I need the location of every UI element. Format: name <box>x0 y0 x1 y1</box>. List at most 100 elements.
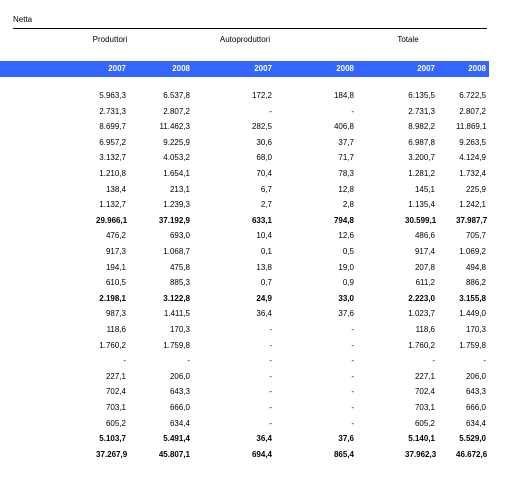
table-cell: 8.982,2 <box>408 122 435 132</box>
year-header: 2008 <box>336 64 354 73</box>
table-cell: 1.281,2 <box>408 169 435 178</box>
table-cell: 643,3 <box>169 387 190 397</box>
table-cell: 794,8 <box>333 215 354 225</box>
table-cell: 4.053,2 <box>163 153 190 163</box>
table-cell: 0,1 <box>260 247 272 256</box>
table-cell: - <box>269 340 272 350</box>
table-cell: 46.672,6 <box>456 449 488 459</box>
table-cell: 170,3 <box>465 325 486 334</box>
year-header: 2007 <box>108 64 126 73</box>
table-row: 5.963,3 6.537,8 172,2 184,8 6.135,5 6.722,5 <box>0 88 489 104</box>
year-header: 2007 <box>254 64 272 73</box>
table-cell: 19,0 <box>338 262 354 272</box>
table-cell: 1.760,2 <box>99 340 126 350</box>
table-cell: 4.124,9 <box>459 153 486 163</box>
table-cell: 5.140,1 <box>408 434 435 444</box>
table-cell: 206,0 <box>465 371 486 381</box>
table-cell: 987,3 <box>105 309 126 319</box>
table-cell: 703,1 <box>105 403 126 412</box>
table-cell: 145,1 <box>414 184 435 194</box>
table-cell: 24,9 <box>256 293 272 303</box>
table-cell: 475,8 <box>169 262 190 272</box>
table-cell: 885,3 <box>169 278 190 288</box>
table-cell: - <box>351 340 354 350</box>
table-row: 605,2 634,4 - - 605,2 634,4 <box>0 416 489 432</box>
table-cell: 282,5 <box>251 122 272 132</box>
table-cell: 702,4 <box>414 387 435 397</box>
year-header: 2008 <box>172 64 190 73</box>
table-cell: - <box>269 403 272 412</box>
table-cell: 3.200,7 <box>408 153 435 163</box>
table-cell: 29.966,1 <box>96 215 128 225</box>
table-cell: 2.807,2 <box>459 106 486 116</box>
table-cell: 666,0 <box>465 403 486 412</box>
table-cell: 6.987,8 <box>408 137 435 147</box>
table-cell: 2.223,0 <box>408 293 435 303</box>
table-cell: 78,3 <box>338 169 354 178</box>
group-header-totale: Totale <box>397 35 419 44</box>
table-cell: - <box>269 387 272 397</box>
table-cell: 6.135,5 <box>408 91 435 100</box>
table-cell: 227,1 <box>105 371 126 381</box>
table-cell: 206,0 <box>169 371 190 381</box>
table-cell: 0,7 <box>260 278 272 288</box>
table-cell: 9.263,5 <box>459 137 486 147</box>
table-cell: 3.132,7 <box>99 153 126 163</box>
table-cell: 605,2 <box>414 418 435 428</box>
table-row: 29.966,1 37.192,9 633,1 794,8 30.599,1 37.987… <box>0 213 489 229</box>
table-row: 1.132,7 1.239,3 2,7 2,8 1.135,4 1.242,1 <box>0 197 489 213</box>
table-cell: 37,7 <box>338 137 354 147</box>
table-cell: 0,5 <box>342 247 354 256</box>
table-cell: - <box>351 106 354 116</box>
table-cell: 213,1 <box>169 184 190 194</box>
table-cell: - <box>123 356 126 366</box>
table-cell: 138,4 <box>105 184 126 194</box>
table-cell: 2.198,1 <box>99 293 126 303</box>
table-cell: 11.869,1 <box>456 122 487 132</box>
table-cell: 611,2 <box>415 278 435 288</box>
table-cell: 6.722,5 <box>459 91 486 100</box>
table-cell: 1.068,7 <box>163 247 190 256</box>
table-cell: 37.267,9 <box>96 449 128 459</box>
table-cell: 1.069,2 <box>459 247 486 256</box>
table-cell: - <box>269 418 272 428</box>
table-cell: 2,8 <box>342 200 354 210</box>
table-cell: 227,1 <box>414 371 435 381</box>
table-row: 5.103,7 5.491,4 36,4 37,6 5.140,1 5.529,0 <box>0 431 489 447</box>
table-cell: 3.155,8 <box>459 293 486 303</box>
table-cell: 633,1 <box>251 215 272 225</box>
table-cell: 1.242,1 <box>459 200 486 210</box>
table-row: 2.198,1 3.122,8 24,9 33,0 2.223,0 3.155,8 <box>0 291 489 307</box>
table-row: 138,4 213,1 6,7 12,8 145,1 225,9 <box>0 182 489 198</box>
table-cell: 118,6 <box>415 325 435 334</box>
table-cell: 12,6 <box>338 231 354 241</box>
table-cell: 170,3 <box>169 325 190 334</box>
table-cell: 1.732,4 <box>459 169 486 178</box>
table-cell: 36,4 <box>256 434 272 444</box>
table-row: 476,2 693,0 10,4 12,6 486,6 705,7 <box>0 228 489 244</box>
table-cell: 634,4 <box>465 418 486 428</box>
table-row: ------ <box>0 353 489 369</box>
table-cell: 494,8 <box>465 262 486 272</box>
table-cell: 2,7 <box>260 200 272 210</box>
table-cell: 2.731,3 <box>99 106 126 116</box>
table-cell: 172,2 <box>251 91 272 100</box>
table-row: 3.132,7 4.053,2 68,0 71,7 3.200,7 4.124,9 <box>0 150 489 166</box>
table-row: 610,5 885,3 0,7 0,9 611,2 886,2 <box>0 275 489 291</box>
table-cell: 1.449,0 <box>459 309 486 319</box>
table-cell: - <box>351 325 354 334</box>
table-cell: 37.192,9 <box>158 215 190 225</box>
table-cell: 5.963,3 <box>99 91 126 100</box>
table-cell: 33,0 <box>338 293 354 303</box>
table-cell: 2.807,2 <box>163 106 190 116</box>
table-cell: 666,0 <box>169 403 190 412</box>
table-cell: 610,5 <box>105 278 126 288</box>
table-row: 227,1 206,0 - - 227,1 206,0 <box>0 369 489 385</box>
table-cell: - <box>269 106 272 116</box>
table-cell: 184,8 <box>333 91 354 100</box>
table-cell: 3.122,8 <box>163 293 190 303</box>
table-cell: 5.491,4 <box>163 434 190 444</box>
table-cell: 917,4 <box>414 247 435 256</box>
table-cell: 45.807,1 <box>158 449 190 459</box>
table-cell: 694,4 <box>251 449 272 459</box>
